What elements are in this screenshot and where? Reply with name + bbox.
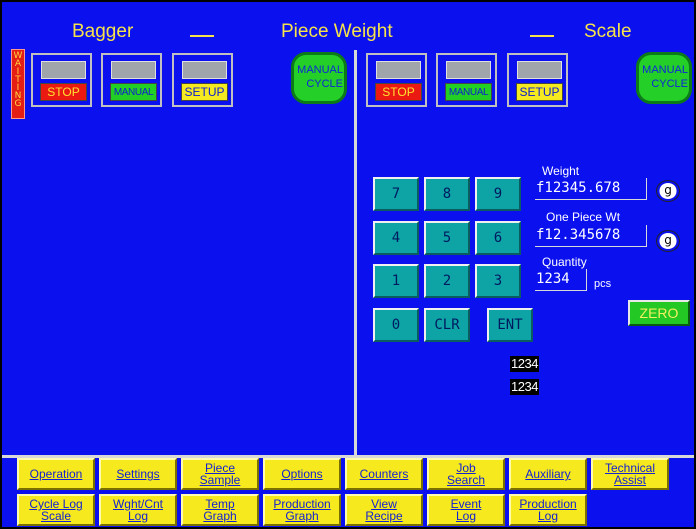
scale-manual-control[interactable]: MANUAL <box>436 53 497 107</box>
key-6[interactable]: 6 <box>475 221 521 255</box>
key-clear[interactable]: CLR <box>424 308 470 342</box>
scale-stop-lamp <box>376 61 421 79</box>
piece-weight-title: Piece Weight <box>281 21 393 42</box>
bagger-setup-button[interactable]: SETUP <box>181 83 228 101</box>
bagger-manual-lamp <box>111 61 156 79</box>
bagger-manual-control[interactable]: MANUAL <box>101 53 162 107</box>
tab-technical-assist-line2: Assist <box>613 473 646 487</box>
hmi-screen: Bagger Piece Weight Scale WAITING STOP M… <box>2 2 694 527</box>
bagger-stop-control[interactable]: STOP <box>31 53 92 107</box>
scale-setup-lamp <box>517 61 562 79</box>
tab-operation-label: Operation <box>29 467 83 481</box>
bagger-manual-button[interactable]: MANUAL <box>110 83 157 101</box>
key-2[interactable]: 2 <box>424 264 470 298</box>
bagger-title: Bagger <box>72 21 134 42</box>
tab-job-search[interactable]: Job Search <box>427 458 505 490</box>
scale-stop-control[interactable]: STOP <box>366 53 427 107</box>
tab-wght-cnt-log-line2: Log <box>127 509 149 523</box>
scale-title: Scale <box>584 21 632 42</box>
key-8[interactable]: 8 <box>424 177 470 211</box>
tab-production-log[interactable]: Production Log <box>509 494 587 526</box>
bagger-stop-lamp <box>41 61 86 79</box>
tab-piece-sample[interactable]: Piece Sample <box>181 458 259 490</box>
weight-unit-button[interactable]: g <box>656 180 680 202</box>
tab-view-recipe-line2: Recipe <box>365 509 403 523</box>
one-piece-wt-field[interactable]: f12.345678 <box>535 225 647 247</box>
scale-setup-button[interactable]: SETUP <box>516 83 563 101</box>
tab-auxiliary[interactable]: Auxiliary <box>509 458 587 490</box>
tab-settings[interactable]: Settings <box>99 458 177 490</box>
quantity-unit: pcs <box>594 278 612 290</box>
tab-production-graph[interactable]: Production Graph <box>263 494 341 526</box>
key-5[interactable]: 5 <box>424 221 470 255</box>
bagger-setup-control[interactable]: SETUP <box>172 53 233 107</box>
bagger-setup-lamp <box>182 61 227 79</box>
one-piece-wt-label: One Piece Wt <box>546 210 621 224</box>
tab-options-label: Options <box>281 467 323 481</box>
key-7[interactable]: 7 <box>373 177 419 211</box>
tab-temp-graph-line2: Graph <box>203 509 237 523</box>
scale-manual-lamp <box>446 61 491 79</box>
scale-setup-control[interactable]: SETUP <box>507 53 568 107</box>
readout-1: 1234 <box>510 356 539 372</box>
panel-divider <box>354 50 357 457</box>
bagger-manual-cycle-button[interactable]: MANUAL CYCLE <box>291 52 347 104</box>
readout-2: 1234 <box>510 379 539 395</box>
tab-counters-label: Counters <box>359 467 409 481</box>
weight-field[interactable]: f12345.678 <box>535 178 647 200</box>
tab-options[interactable]: Options <box>263 458 341 490</box>
tab-wght-cnt-log[interactable]: Wght/Cnt Log <box>99 494 177 526</box>
tab-settings-label: Settings <box>116 467 160 481</box>
tab-temp-graph[interactable]: Temp Graph <box>181 494 259 526</box>
tab-piece-sample-line2: Sample <box>199 473 241 487</box>
scale-stop-button[interactable]: STOP <box>375 83 422 101</box>
waiting-letter: G <box>14 99 22 109</box>
tab-view-recipe[interactable]: View Recipe <box>345 494 423 526</box>
tab-counters[interactable]: Counters <box>345 458 423 490</box>
title-dash-right <box>530 35 554 37</box>
quantity-field[interactable]: 1234 <box>535 269 587 291</box>
quantity-label: Quantity <box>542 255 587 269</box>
tab-event-log-line2: Log <box>455 509 477 523</box>
tab-operation[interactable]: Operation <box>17 458 95 490</box>
tab-auxiliary-label: Auxiliary <box>525 467 571 481</box>
zero-button[interactable]: ZERO <box>628 300 690 326</box>
scale-manual-cycle-button[interactable]: MANUAL CYCLE <box>636 52 692 104</box>
key-enter[interactable]: ENT <box>487 308 533 342</box>
title-dash-left <box>190 35 214 37</box>
key-9[interactable]: 9 <box>475 177 521 211</box>
tab-event-log[interactable]: Event Log <box>427 494 505 526</box>
weight-label: Weight <box>542 164 580 178</box>
key-0[interactable]: 0 <box>373 308 419 342</box>
scale-manual-button[interactable]: MANUAL <box>445 83 492 101</box>
tab-technical-assist[interactable]: Technical Assist <box>591 458 669 490</box>
key-4[interactable]: 4 <box>373 221 419 255</box>
one-piece-wt-unit-button[interactable]: g <box>656 230 680 252</box>
waiting-indicator: WAITING <box>11 49 25 119</box>
tab-cycle-log-scale[interactable]: Cycle Log Scale <box>17 494 95 526</box>
bagger-stop-button[interactable]: STOP <box>40 83 87 101</box>
tab-cycle-log-scale-line2: Scale <box>40 509 72 523</box>
tab-production-graph-line2: Graph <box>285 509 319 523</box>
tab-job-search-line2: Search <box>446 473 486 487</box>
key-3[interactable]: 3 <box>475 264 521 298</box>
tab-production-log-line2: Log <box>537 509 559 523</box>
key-1[interactable]: 1 <box>373 264 419 298</box>
